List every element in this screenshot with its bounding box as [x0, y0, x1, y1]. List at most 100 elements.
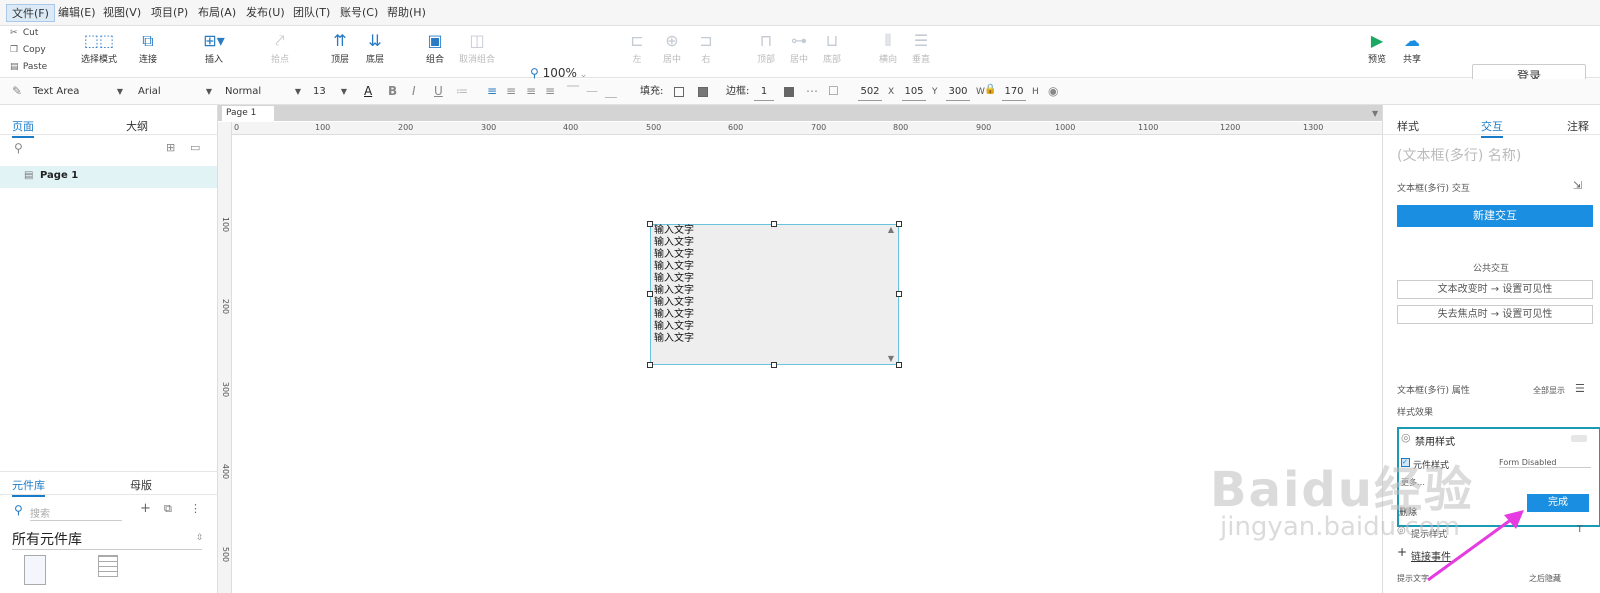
tab-notes[interactable]: 注释	[1567, 118, 1589, 134]
document-tab-page1[interactable]: Page 1 ×	[222, 106, 274, 133]
align-text-center-icon[interactable]: ≡	[506, 84, 516, 98]
align-bottom-button[interactable]: ⊔ 底部	[810, 30, 854, 65]
tab-pages[interactable]: 页面	[12, 118, 34, 138]
align-text-right-icon[interactable]: ≡	[526, 84, 536, 98]
more-icon[interactable]: ⋮	[190, 502, 201, 515]
valign-middle-icon[interactable]: —	[586, 84, 598, 98]
text-color-icon[interactable]: A	[364, 84, 372, 98]
resize-handle[interactable]	[896, 362, 902, 368]
y-input[interactable]: 105	[902, 83, 926, 101]
menu-icon[interactable]: ☰	[1575, 382, 1585, 395]
tab-interactions[interactable]: 交互	[1481, 118, 1503, 138]
bold-icon[interactable]: B	[388, 84, 397, 98]
menu-layout[interactable]: 布局(A)	[193, 4, 241, 22]
x-input[interactable]: 502	[858, 83, 882, 101]
select-mode-button[interactable]: ⬚⬚ 选择模式	[74, 30, 124, 65]
preview-button[interactable]: ▶ 预览	[1360, 30, 1394, 65]
new-interaction-button[interactable]: 新建交互	[1397, 205, 1593, 227]
add-library-icon[interactable]: +	[140, 501, 151, 516]
resize-handle[interactable]	[647, 221, 653, 227]
tab-outline[interactable]: 大纲	[126, 118, 148, 134]
add-page-icon[interactable]: ⊞	[166, 141, 175, 154]
resize-handle[interactable]	[647, 291, 653, 297]
zoom-control[interactable]: ⚲ 100% ⌄	[530, 66, 587, 80]
valign-bottom-icon[interactable]: ⎽	[605, 84, 617, 99]
border-width-input[interactable]: 1	[754, 83, 774, 101]
done-button[interactable]: 完成	[1527, 494, 1589, 512]
insert-button[interactable]: ⊞▾ 插入	[192, 30, 236, 65]
library-search-input[interactable]: 搜索	[30, 505, 122, 521]
send-bottom-button[interactable]: ⇊ 底层	[353, 30, 397, 65]
menu-team[interactable]: 团队(T)	[288, 4, 335, 22]
border-style-icon[interactable]: ⋯	[806, 84, 818, 98]
widget-thumb-list[interactable]	[24, 555, 46, 585]
distribute-v-button[interactable]: ☰ 垂直	[899, 30, 943, 65]
resize-handle[interactable]	[771, 362, 777, 368]
list-icon[interactable]: ≔	[456, 84, 468, 98]
menu-project[interactable]: 项目(P)	[146, 4, 193, 22]
tabs-dropdown-icon[interactable]: ▼	[1372, 109, 1378, 118]
align-bottom-label: 底部	[822, 55, 841, 65]
connect-button[interactable]: ⧉ 连接	[126, 30, 170, 65]
resize-handle[interactable]	[896, 221, 902, 227]
ungroup-label: 取消组合	[458, 55, 495, 65]
align-right-button[interactable]: ⊐ 右	[684, 30, 728, 65]
resize-handle[interactable]	[771, 221, 777, 227]
menu-account[interactable]: 账号(C)	[335, 4, 383, 22]
ungroup-button[interactable]: ◫ 取消组合	[452, 30, 502, 65]
common-interaction-lost-focus[interactable]: 失去焦点时 → 设置可见性	[1397, 305, 1593, 324]
border-sides-icon[interactable]: ☐	[828, 84, 839, 98]
width-input[interactable]: 300	[946, 83, 970, 101]
menu-help[interactable]: 帮助(H)	[382, 4, 431, 22]
plus-box-icon: ⊞▾	[203, 31, 225, 50]
shadow-swatch[interactable]	[698, 87, 708, 97]
fill-color-swatch[interactable]	[674, 87, 684, 97]
height-input[interactable]: 170	[1002, 83, 1026, 101]
font-size-select[interactable]: 13 ▼	[313, 83, 349, 101]
resize-handle[interactable]	[647, 362, 653, 368]
tab-library[interactable]: 元件库	[12, 477, 45, 497]
italic-icon[interactable]: I	[412, 84, 416, 98]
search-icon[interactable]: ⚲	[14, 141, 23, 155]
expand-icon[interactable]: ⇲	[1573, 179, 1582, 192]
folder-icon[interactable]: ▭	[190, 141, 200, 154]
text-area-widget[interactable]: 输入文字 输入文字 输入文字 输入文字 输入文字 输入文字 输入文字 输入文字 …	[650, 224, 899, 365]
border-color-swatch[interactable]	[784, 87, 794, 97]
widget-type-select[interactable]: Text Area ▼	[33, 83, 125, 101]
tab-masters[interactable]: 母版	[130, 477, 152, 493]
menu-file[interactable]: 文件(F)	[6, 4, 55, 22]
scroll-down-icon[interactable]: ▼	[888, 354, 894, 363]
tab-style[interactable]: 样式	[1397, 118, 1419, 134]
menu-view[interactable]: 视图(V)	[98, 4, 146, 22]
scroll-up-icon[interactable]: ▲	[888, 225, 894, 234]
eye-icon[interactable]: ◉	[1048, 84, 1058, 98]
common-interaction-text-change[interactable]: 文本改变时 → 设置可见性	[1397, 280, 1593, 299]
library-select[interactable]: 所有元件库	[12, 529, 202, 550]
font-family-select[interactable]: Arial ▼	[138, 83, 214, 101]
show-all-link[interactable]: 全部显示	[1533, 385, 1565, 396]
valign-top-icon[interactable]: ⎺	[567, 84, 579, 99]
widget-name-input[interactable]: (文本框(多行) 名称)	[1397, 145, 1521, 165]
resize-handle[interactable]	[896, 291, 902, 297]
disabled-style-label[interactable]: 禁用样式	[1415, 433, 1455, 448]
menu-publish[interactable]: 发布(U)	[241, 4, 290, 22]
widget-thumb-table[interactable]	[98, 555, 118, 577]
share-button[interactable]: ☁ 共享	[1395, 30, 1429, 65]
add-icon[interactable]: +	[1397, 545, 1407, 559]
ruler-tick: 700	[811, 123, 827, 132]
point-button[interactable]: ⤤ 拾点	[258, 30, 302, 65]
underline-icon[interactable]: U	[434, 84, 443, 98]
paste-button[interactable]: ▤ Paste	[10, 62, 47, 72]
widget-style-select[interactable]: Form Disabled	[1499, 458, 1591, 468]
page-item-page1[interactable]: ▤ Page 1	[0, 166, 217, 188]
toggle-switch[interactable]	[1571, 435, 1587, 442]
align-text-left-icon[interactable]: ≡	[487, 84, 497, 98]
justify-icon[interactable]: ≡	[545, 84, 555, 98]
font-weight-select[interactable]: Normal ▼	[225, 83, 303, 101]
cut-button[interactable]: ✂ Cut	[10, 28, 38, 38]
menu-edit[interactable]: 编辑(E)	[53, 4, 101, 22]
library-window-icon[interactable]: ⧉	[164, 502, 172, 516]
copy-button[interactable]: ❐ Copy	[10, 45, 46, 55]
group-button[interactable]: ▣ 组合	[413, 30, 457, 65]
lock-icon[interactable]: 🔒	[984, 84, 996, 95]
